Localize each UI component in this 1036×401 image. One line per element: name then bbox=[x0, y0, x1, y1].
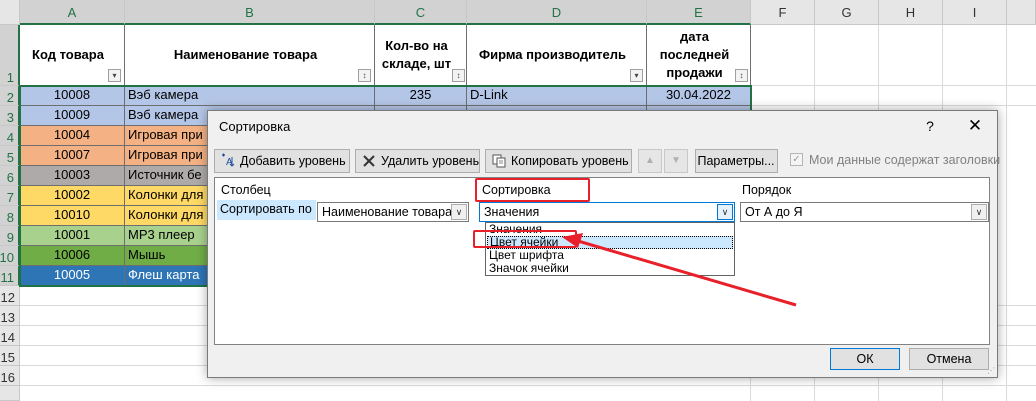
column-combo-value: Наименование товара bbox=[322, 205, 453, 219]
table-cell-date[interactable]: 30.04.2022 bbox=[647, 86, 751, 106]
header-name[interactable]: Наименование товара bbox=[125, 25, 375, 86]
move-up-icon[interactable]: ▲ bbox=[638, 149, 662, 173]
header-maker[interactable]: Фирма производитель bbox=[467, 25, 647, 86]
sort-levels-panel: Столбец Сортировка Порядок Сортировать п… bbox=[214, 177, 990, 345]
help-button[interactable]: ? bbox=[920, 115, 940, 137]
header-code-label: Код товара bbox=[32, 47, 104, 62]
filter-sort-icon[interactable]: ↕ bbox=[735, 69, 748, 82]
move-down-icon[interactable]: ▼ bbox=[664, 149, 688, 173]
row-header-14[interactable]: 14 bbox=[0, 326, 20, 346]
delete-icon bbox=[361, 153, 377, 169]
cancel-button[interactable]: Отмена bbox=[909, 348, 989, 370]
filter-dropdown-icon[interactable]: ▾ bbox=[108, 69, 121, 82]
ok-button[interactable]: ОК bbox=[830, 348, 900, 370]
column-header-g[interactable]: G bbox=[815, 0, 879, 25]
copy-icon bbox=[491, 153, 507, 169]
copy-level-button[interactable]: Копировать уровень bbox=[485, 149, 632, 173]
column-header-h[interactable]: H bbox=[879, 0, 943, 25]
chevron-down-icon[interactable]: ∨ bbox=[971, 204, 987, 220]
delete-level-button[interactable]: Удалить уровень bbox=[355, 149, 480, 173]
column-header-f[interactable]: F bbox=[751, 0, 815, 25]
order-combo-value: От А до Я bbox=[745, 205, 803, 219]
column-header-a[interactable]: A bbox=[20, 0, 125, 25]
table-cell-code[interactable]: 10001 bbox=[20, 226, 125, 246]
sort-on-header-label: Сортировка bbox=[482, 183, 551, 197]
column-combo[interactable]: Наименование товара ∨ bbox=[317, 202, 469, 222]
dialog-title: Сортировка bbox=[219, 119, 291, 134]
column-header-d[interactable]: D bbox=[467, 0, 647, 25]
column-header-next[interactable] bbox=[1007, 0, 1036, 25]
table-cell-code[interactable]: 10008 bbox=[20, 86, 125, 106]
chevron-down-icon[interactable]: ∨ bbox=[451, 204, 467, 220]
row-header-7[interactable]: 7 bbox=[0, 186, 20, 206]
order-header-label: Порядок bbox=[742, 183, 792, 197]
row-header-15[interactable]: 15 bbox=[0, 346, 20, 366]
row-header-13[interactable]: 13 bbox=[0, 306, 20, 326]
row-header-10[interactable]: 10 bbox=[0, 246, 20, 266]
table-cell-code[interactable]: 10002 bbox=[20, 186, 125, 206]
add-level-icon: A bbox=[220, 153, 236, 169]
header-name-label: Наименование товара bbox=[173, 47, 318, 62]
table-cell-code[interactable]: 10007 bbox=[20, 146, 125, 166]
close-button[interactable]: ✕ bbox=[963, 115, 987, 137]
row-header-8[interactable]: 8 bbox=[0, 206, 20, 226]
header-maker-label: Фирма производитель bbox=[478, 47, 626, 62]
copy-level-label: Копировать уровень bbox=[511, 154, 629, 168]
table-cell-qty[interactable]: 235 bbox=[375, 86, 467, 106]
options-label: Параметры... bbox=[697, 154, 775, 168]
row-header-2[interactable]: 2 bbox=[0, 86, 20, 106]
column-header-i[interactable]: I bbox=[943, 0, 1007, 25]
row-header-6[interactable]: 6 bbox=[0, 166, 20, 186]
column-header-e[interactable]: E bbox=[647, 0, 751, 25]
table-cell-code[interactable]: 10005 bbox=[20, 266, 125, 286]
table-cell-code[interactable]: 10003 bbox=[20, 166, 125, 186]
add-level-label: Добавить уровень bbox=[240, 154, 346, 168]
column-header-c[interactable]: C bbox=[375, 0, 467, 25]
select-all-corner[interactable] bbox=[0, 0, 20, 25]
table-cell-code[interactable]: 10006 bbox=[20, 246, 125, 266]
delete-level-label: Удалить уровень bbox=[381, 154, 480, 168]
table-cell-code[interactable]: 10009 bbox=[20, 106, 125, 126]
filter-dropdown-icon[interactable]: ▾ bbox=[630, 69, 643, 82]
resize-grip-icon[interactable]: ⋰ bbox=[987, 366, 995, 375]
row-header-3[interactable]: 3 bbox=[0, 106, 20, 126]
row-header-1[interactable]: 1 bbox=[0, 25, 20, 86]
has-headers-checkbox[interactable]: ✓ bbox=[790, 153, 803, 166]
has-headers-label: Мои данные содержат заголовки bbox=[809, 153, 1001, 167]
sort-on-dropdown-list[interactable]: Значения Цвет ячейки Цвет шрифта Значок … bbox=[485, 222, 735, 276]
row-header-16[interactable]: 16 bbox=[0, 366, 20, 386]
row-header-17[interactable] bbox=[0, 386, 20, 401]
header-date-label: дата последней продажи bbox=[659, 29, 730, 80]
row-header-5[interactable]: 5 bbox=[0, 146, 20, 166]
sort-on-combo[interactable]: Значения ∨ bbox=[479, 202, 735, 222]
header-qty-label: Кол-во на складе, шт bbox=[381, 38, 452, 71]
sort-by-label[interactable]: Сортировать по bbox=[217, 200, 316, 220]
option-cell-icon[interactable]: Значок ячейки bbox=[487, 262, 733, 275]
options-button[interactable]: Параметры... bbox=[695, 149, 778, 173]
table-cell-name[interactable]: Вэб камера bbox=[125, 86, 375, 106]
column-header-b[interactable]: B bbox=[125, 0, 375, 25]
order-combo[interactable]: От А до Я ∨ bbox=[740, 202, 989, 222]
sort-dialog[interactable]: Сортировка ? ✕ A Добавить уровень Удалит… bbox=[207, 110, 1001, 378]
table-cell-code[interactable]: 10010 bbox=[20, 206, 125, 226]
column-header-label: Столбец bbox=[221, 183, 271, 197]
row-header-11[interactable]: 11 bbox=[0, 266, 20, 286]
row-header-12[interactable]: 12 bbox=[0, 286, 20, 306]
add-level-button[interactable]: A Добавить уровень bbox=[214, 149, 350, 173]
table-cell-maker[interactable]: D-Link bbox=[467, 86, 647, 106]
table-cell-code[interactable]: 10004 bbox=[20, 126, 125, 146]
row-header-4[interactable]: 4 bbox=[0, 126, 20, 146]
filter-sort-icon[interactable]: ↕ bbox=[358, 69, 371, 82]
chevron-down-icon[interactable]: ∨ bbox=[717, 204, 733, 220]
filter-sort-icon[interactable]: ↕ bbox=[452, 69, 465, 82]
sort-on-combo-value: Значения bbox=[484, 205, 540, 219]
row-header-9[interactable]: 9 bbox=[0, 226, 20, 246]
